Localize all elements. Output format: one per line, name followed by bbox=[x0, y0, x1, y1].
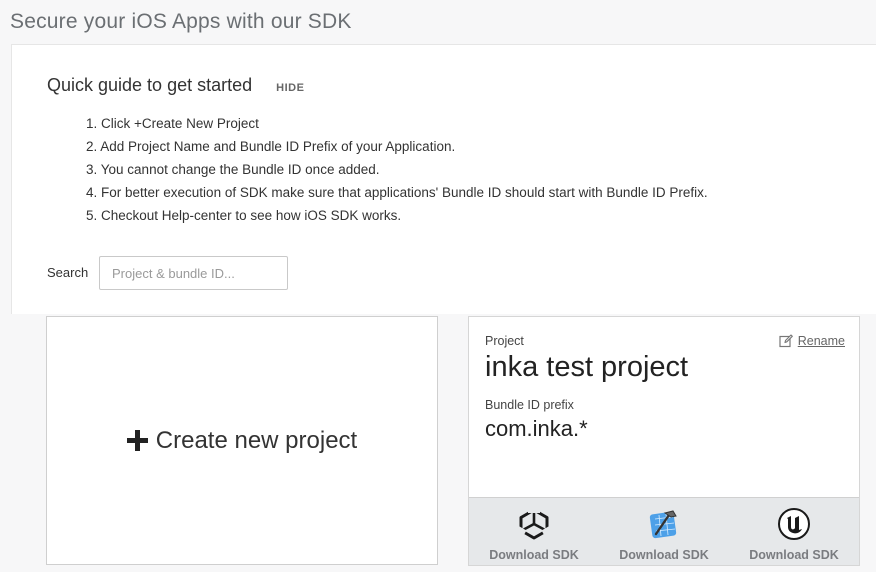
download-ios-sdk-button[interactable]: Download SDK bbox=[599, 498, 729, 565]
download-unreal-sdk-button[interactable]: Download SDK bbox=[729, 498, 859, 565]
rename-button[interactable]: Rename bbox=[779, 334, 845, 348]
project-name: inka test project bbox=[485, 351, 689, 383]
create-project-content: Create new project bbox=[126, 426, 358, 455]
guide-heading: Quick guide to get started HIDE bbox=[47, 75, 304, 96]
download-sdk-label: Download SDK bbox=[619, 548, 709, 562]
search-input[interactable] bbox=[99, 256, 288, 290]
search-label: Search bbox=[47, 265, 89, 280]
download-unity-sdk-button[interactable]: Download SDK bbox=[469, 498, 599, 565]
create-project-card[interactable]: Create new project bbox=[46, 316, 438, 565]
bundle-id-prefix: com.inka.* bbox=[485, 416, 588, 441]
guide-step: 5. Checkout Help-center to see how iOS S… bbox=[86, 208, 402, 223]
project-label: Project bbox=[485, 334, 524, 348]
guide-step: 3. You cannot change the Bundle ID once … bbox=[86, 162, 380, 177]
sdk-download-bar: Download SDK Download SDK Download SDK bbox=[469, 497, 859, 565]
quick-guide-panel: Quick guide to get started HIDE 1. Click… bbox=[11, 44, 876, 314]
download-sdk-label: Download SDK bbox=[489, 548, 579, 562]
guide-step: 4. For better execution of SDK make sure… bbox=[86, 185, 708, 200]
rename-label: Rename bbox=[797, 334, 845, 348]
guide-step: 1. Click +Create New Project bbox=[86, 116, 259, 131]
xcode-icon bbox=[649, 510, 677, 539]
guide-step: 2. Add Project Name and Bundle ID Prefix… bbox=[86, 139, 456, 154]
bundle-id-label: Bundle ID prefix bbox=[485, 398, 574, 412]
plus-icon bbox=[126, 430, 148, 451]
edit-icon bbox=[779, 334, 793, 348]
create-project-label: Create new project bbox=[155, 426, 358, 454]
guide-steps-list: 1. Click +Create New Project 2. Add Proj… bbox=[86, 115, 708, 230]
unity-icon bbox=[517, 507, 551, 540]
page-title: Secure your iOS Apps with our SDK bbox=[10, 10, 352, 33]
unreal-icon bbox=[778, 508, 810, 540]
project-card: Project Rename inka test project Bundle … bbox=[468, 316, 860, 566]
guide-title: Quick guide to get started bbox=[47, 75, 253, 95]
download-sdk-label: Download SDK bbox=[749, 548, 839, 562]
hide-guide-button[interactable]: HIDE bbox=[276, 82, 304, 94]
